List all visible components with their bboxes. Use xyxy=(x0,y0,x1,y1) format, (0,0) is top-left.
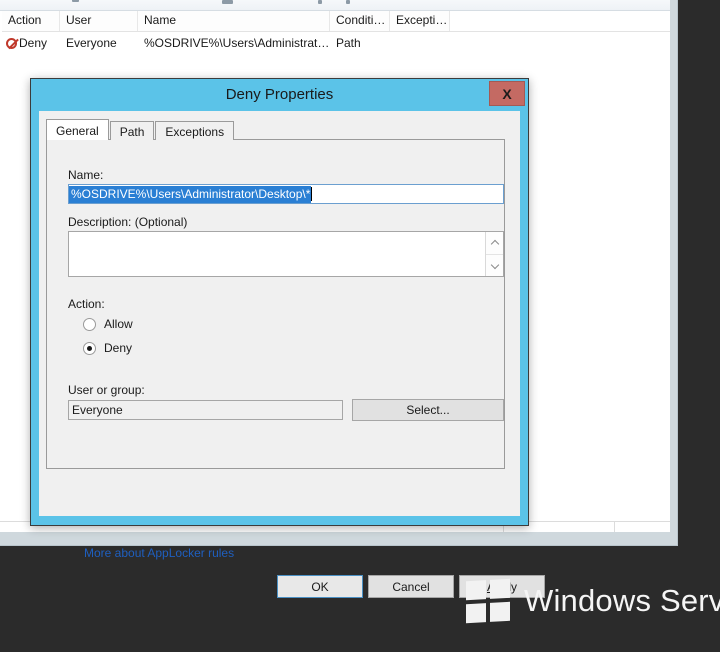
text-caret xyxy=(311,187,313,201)
chevron-down-icon[interactable] xyxy=(486,255,503,277)
cell-action-label: Deny xyxy=(19,36,48,50)
tab-path[interactable]: Path xyxy=(109,121,155,140)
close-icon[interactable]: X xyxy=(489,81,525,106)
more-about-applocker-rules-link[interactable]: More about AppLocker rules xyxy=(84,546,234,560)
listview-header[interactable]: Action User Name Conditi… Excepti… xyxy=(2,11,670,32)
cell-user[interactable]: Everyone xyxy=(60,32,138,52)
description-label: Description: (Optional) xyxy=(68,215,188,229)
radio-deny-indicator xyxy=(83,341,96,355)
mmc-toolbar[interactable] xyxy=(0,0,670,11)
chevron-up-icon[interactable] xyxy=(486,232,503,255)
dialog-tabstrip[interactable]: General Path Exceptions xyxy=(46,119,235,140)
user-or-group-label: User or group: xyxy=(68,383,145,397)
user-or-group-input[interactable]: Everyone xyxy=(68,400,343,420)
deny-prohibition-icon xyxy=(6,37,17,49)
cell-action[interactable]: Deny xyxy=(2,32,60,52)
action-label: Action: xyxy=(68,297,105,311)
name-input[interactable]: %OSDRIVE%\Users\Administrator\Desktop\* xyxy=(68,184,504,204)
ok-button[interactable]: OK xyxy=(277,575,363,598)
dialog-title-bar[interactable]: Deny Properties X xyxy=(31,79,528,111)
cancel-button[interactable]: Cancel xyxy=(368,575,454,598)
cell-exceptions[interactable] xyxy=(390,32,450,52)
radio-allow-indicator xyxy=(83,317,96,331)
dialog-body: General Path Exceptions Name: %OSDRIVE%\… xyxy=(39,111,520,516)
windows-logo-icon xyxy=(466,578,510,624)
status-divider xyxy=(614,522,615,532)
description-input[interactable] xyxy=(68,231,504,277)
cell-name[interactable]: %OSDRIVE%\Users\Administrat… xyxy=(138,32,330,52)
tab-general[interactable]: General xyxy=(46,119,109,140)
deny-properties-dialog: Deny Properties X General Path Exception… xyxy=(30,78,545,598)
tab-page-general: Name: %OSDRIVE%\Users\Administrator\Desk… xyxy=(46,139,505,469)
brand-product-name: Windows Server xyxy=(524,583,720,618)
tab-exceptions[interactable]: Exceptions xyxy=(155,121,235,140)
column-header-user[interactable]: User xyxy=(60,11,138,31)
radio-allow-label: Allow xyxy=(104,317,133,331)
description-scrollbar[interactable] xyxy=(485,232,503,276)
dialog-title: Deny Properties xyxy=(225,86,334,103)
select-button[interactable]: Select... xyxy=(352,399,504,421)
toolbar-glyph xyxy=(72,0,79,2)
column-header-exceptions[interactable]: Excepti… xyxy=(390,11,450,31)
description-input-value[interactable] xyxy=(69,232,485,276)
column-header-name[interactable]: Name xyxy=(138,11,330,31)
toolbar-glyph xyxy=(318,0,322,4)
cell-condition[interactable]: Path xyxy=(330,32,390,52)
name-label: Name: xyxy=(68,168,104,182)
radio-deny[interactable]: Deny xyxy=(83,341,132,355)
toolbar-glyph xyxy=(346,0,350,4)
column-header-action[interactable]: Action xyxy=(2,11,60,31)
column-header-condition[interactable]: Conditi… xyxy=(330,11,390,31)
name-input-value: %OSDRIVE%\Users\Administrator\Desktop\* xyxy=(69,185,312,203)
radio-deny-label: Deny xyxy=(104,341,133,355)
radio-allow[interactable]: Allow xyxy=(83,317,133,331)
windows-server-branding: Windows Server xyxy=(466,578,720,624)
toolbar-glyph xyxy=(222,0,233,4)
table-row[interactable]: Deny Everyone %OSDRIVE%\Users\Administra… xyxy=(2,32,670,52)
